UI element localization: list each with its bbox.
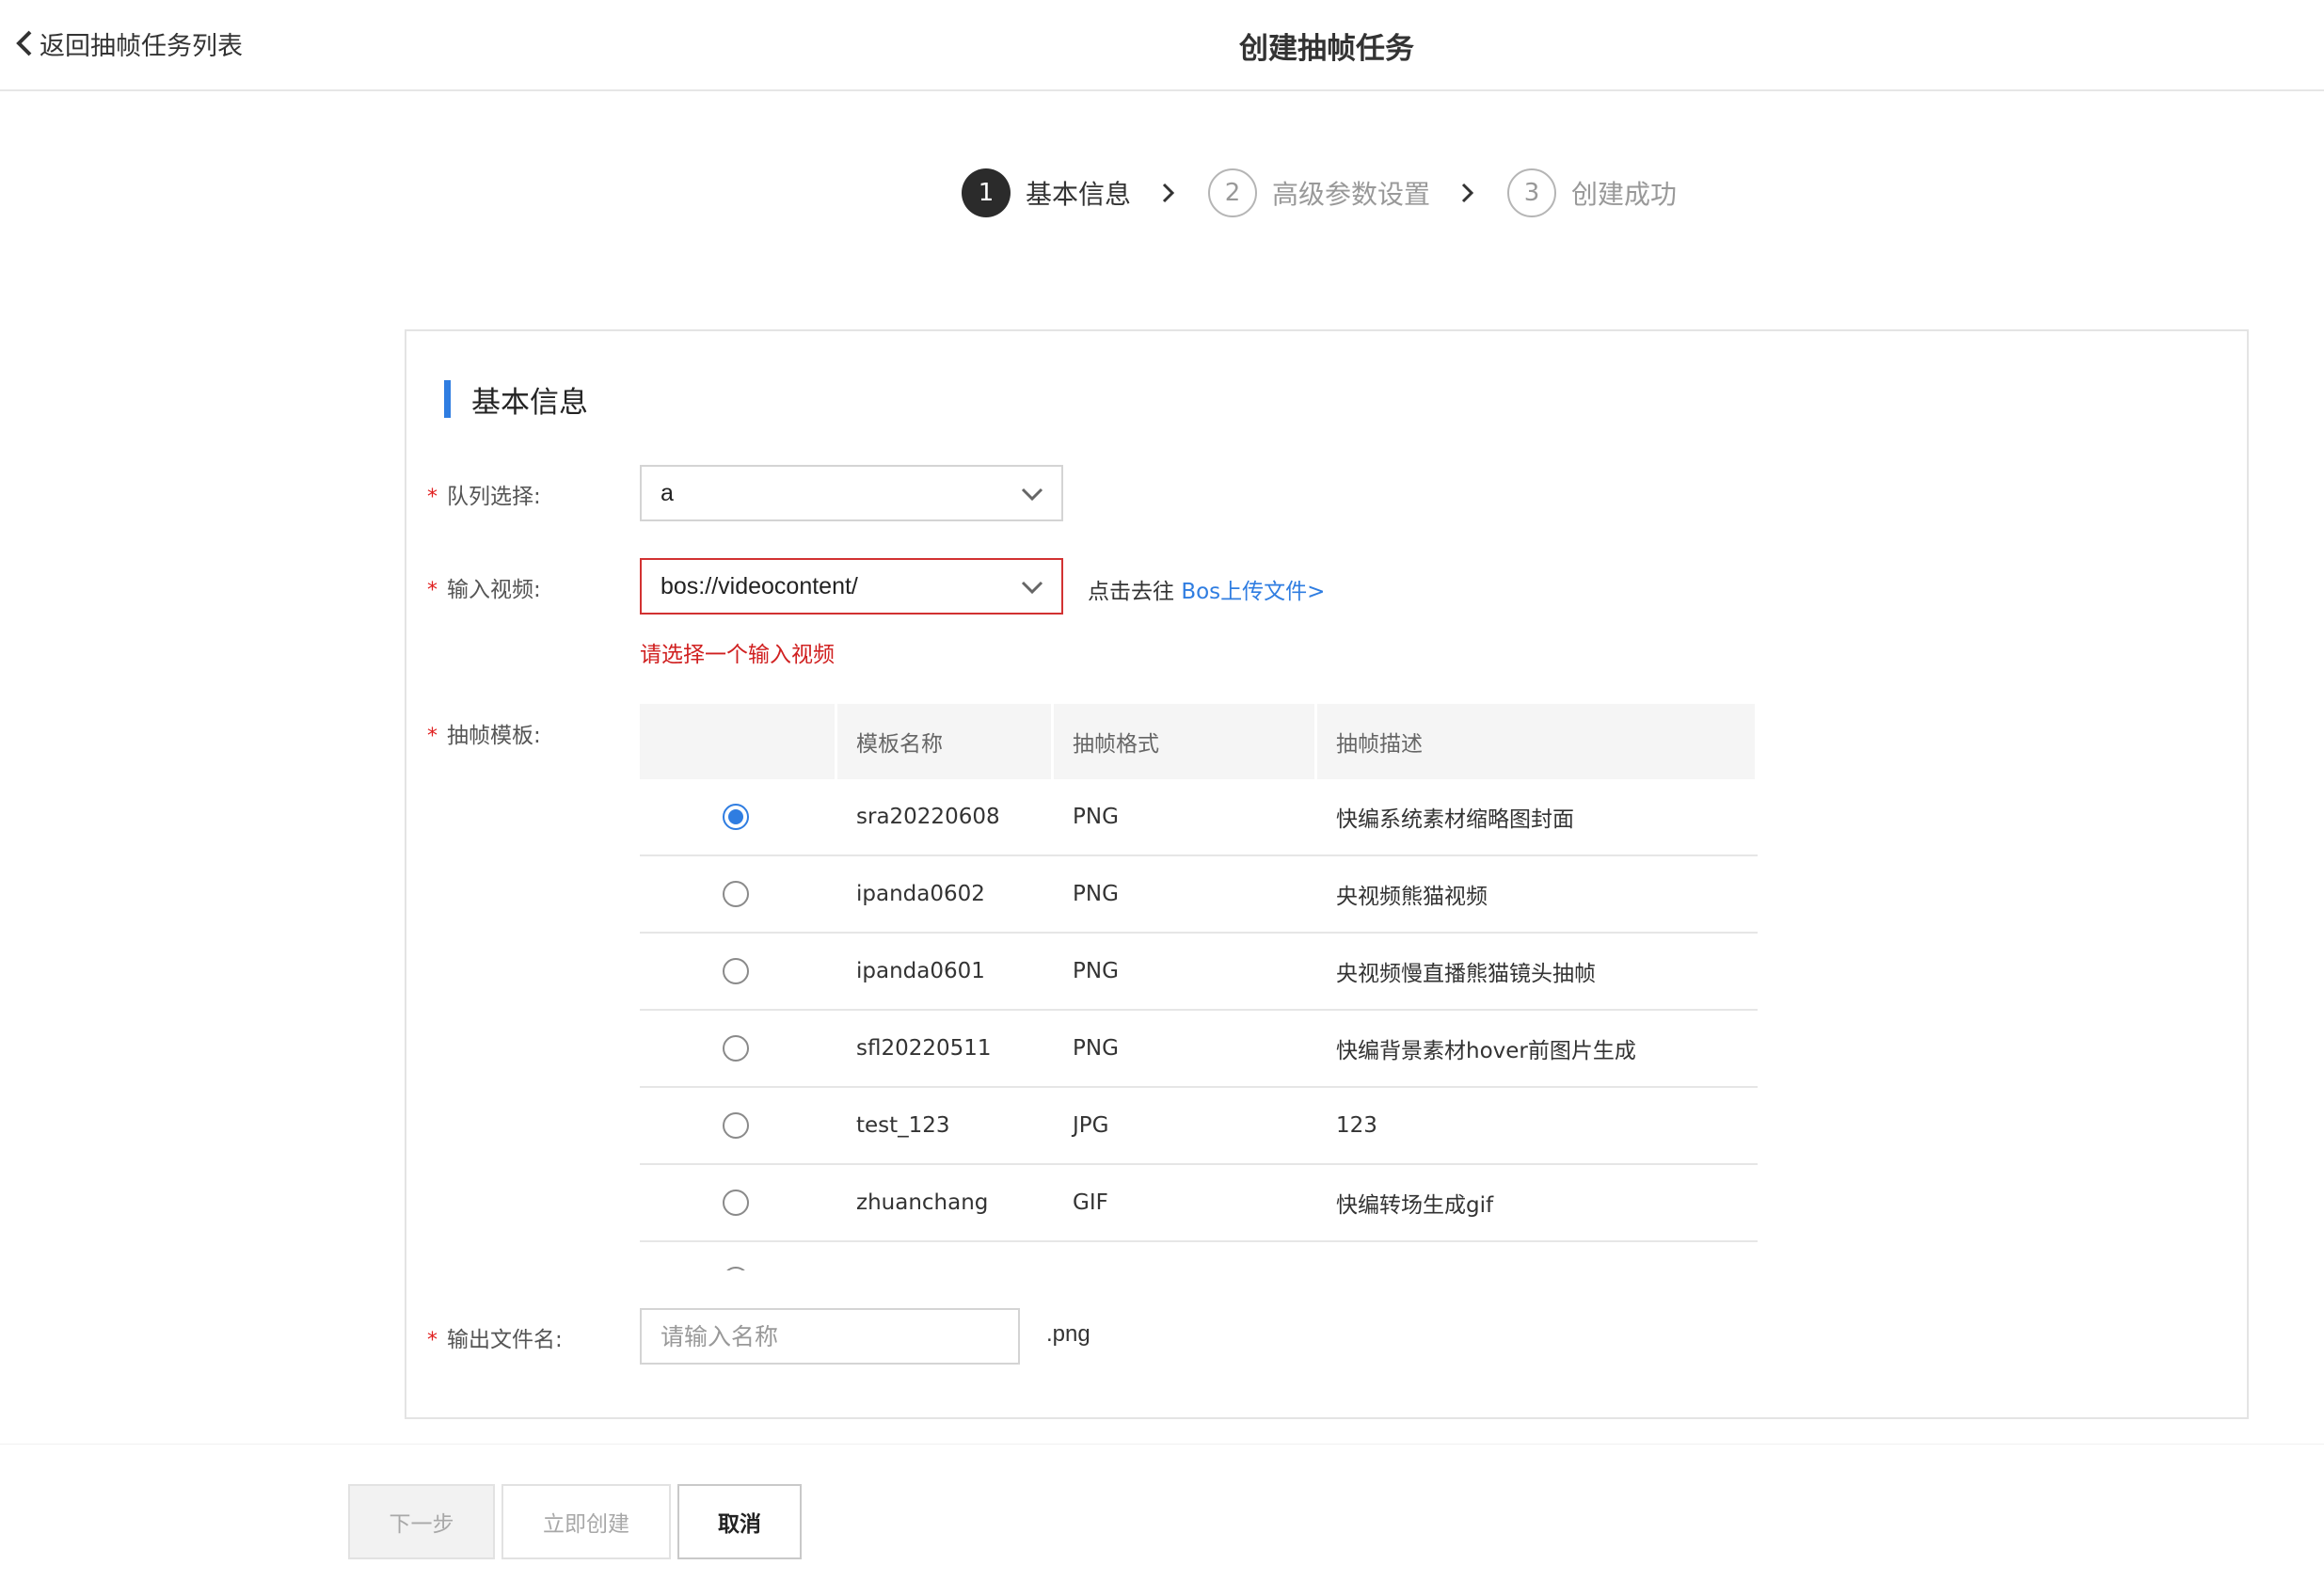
table-row[interactable]: sfl20220511 PNG 快编背景素材hover前图片生成 [640,1011,1758,1088]
template-radio[interactable] [723,1035,749,1062]
template-name: sra20220608 [856,805,1000,829]
template-format: GIF [1073,1190,1108,1215]
bos-hint-prefix: 点击去往 [1088,580,1174,604]
queue-label: * 队列选择: [427,485,541,509]
template-radio[interactable] [723,1267,749,1270]
table-row[interactable]: ipanda0602 PNG 央视频熊猫视频 [640,856,1758,934]
step-2-number: 2 [1208,168,1258,217]
template-label: * 抽帧模板: [427,724,541,748]
template-description: 快编背景素材hover前图片生成 [1336,1039,1636,1063]
template-description: 快编转场生成gif [1336,1193,1494,1218]
required-mark: * [427,1329,438,1352]
template-table[interactable]: 模板名称 抽帧格式 抽帧描述 sra20220608 PNG 快编系统素材缩略图… [640,704,1758,1270]
header-select [640,704,837,779]
header-format: 抽帧格式 [1054,704,1317,779]
template-radio[interactable] [723,881,749,907]
footer-bar: 下一步 立即创建 取消 [0,1444,2324,1581]
page-title: 创建抽帧任务 [1239,32,1414,66]
basic-info-card: 基本信息 * 队列选择: a * 输入视频: bos://videocontent/… [405,329,2249,1419]
video-select-value: bos://videocontent/ [661,572,858,599]
template-description: 123 [1336,1113,1377,1138]
step-2-label: 高级参数设置 [1272,179,1431,210]
output-filename-input[interactable] [640,1308,1020,1365]
bos-upload-link[interactable]: Bos上传文件> [1181,580,1325,604]
template-name: ipanda0602 [856,882,985,906]
queue-select-value: a [661,479,674,506]
table-row[interactable]: ipanda0601 PNG 央视频慢直播熊猫镜头抽帧 [640,934,1758,1011]
template-description: 央视频慢直播熊猫镜头抽帧 [1336,962,1596,986]
table-header: 模板名称 抽帧格式 抽帧描述 [640,704,1758,779]
video-error-message: 请选择一个输入视频 [640,643,835,667]
section-title: 基本信息 [444,380,588,420]
step-3-label: 创建成功 [1571,179,1678,210]
template-format: PNG [1073,882,1119,906]
required-mark: * [427,725,438,748]
video-select[interactable]: bos://videocontent/ [640,558,1063,615]
output-filename-label: * 输出文件名: [427,1328,563,1352]
step-3-number: 3 [1507,168,1557,217]
template-radio[interactable] [723,804,749,830]
next-step-button[interactable]: 下一步 [348,1484,495,1559]
video-label: * 输入视频: [427,578,541,602]
table-row[interactable]: sra20220608 PNG 快编系统素材缩略图封面 [640,779,1758,856]
template-format: PNG [1073,1036,1119,1061]
template-description: 快编系统素材缩略图封面 [1336,807,1574,832]
template-name: ipanda0601 [856,959,985,983]
table-row-partial[interactable] [640,1242,1758,1270]
output-suffix: .png [1046,1321,1090,1347]
table-row[interactable]: zhuanchang GIF 快编转场生成gif [640,1165,1758,1242]
header-description: 抽帧描述 [1317,704,1758,779]
template-radio[interactable] [723,958,749,984]
create-now-button[interactable]: 立即创建 [501,1484,671,1559]
chevron-right-icon [1162,183,1175,203]
cancel-button[interactable]: 取消 [677,1484,802,1559]
table-row[interactable]: test_123 JPG 123 [640,1088,1758,1165]
chevron-right-icon [1461,183,1474,203]
required-mark: * [427,579,438,602]
bos-upload-hint: 点击去往 Bos上传文件> [1088,573,1325,605]
template-name: test_123 [856,1113,950,1138]
template-name: zhuanchang [856,1190,989,1215]
section-accent-bar [444,380,451,418]
chevron-down-icon [1021,487,1043,502]
header-template-name: 模板名称 [837,704,1054,779]
section-title-text: 基本信息 [471,385,588,420]
steps-indicator: 1 基本信息 2 高级参数设置 3 创建成功 [962,168,1677,218]
required-mark: * [427,486,438,509]
template-format: PNG [1073,959,1119,983]
template-radio[interactable] [723,1190,749,1216]
template-name: sfl20220511 [856,1036,992,1061]
template-radio[interactable] [723,1112,749,1139]
top-bar: 返回抽帧任务列表 创建抽帧任务 [0,0,2324,91]
template-format: PNG [1073,805,1119,829]
chevron-down-icon [1021,581,1043,595]
step-1-number: 1 [962,168,1011,217]
step-1-label: 基本信息 [1026,179,1132,210]
template-description: 央视频熊猫视频 [1336,885,1488,909]
queue-select[interactable]: a [640,465,1063,521]
template-format: JPG [1073,1113,1109,1138]
